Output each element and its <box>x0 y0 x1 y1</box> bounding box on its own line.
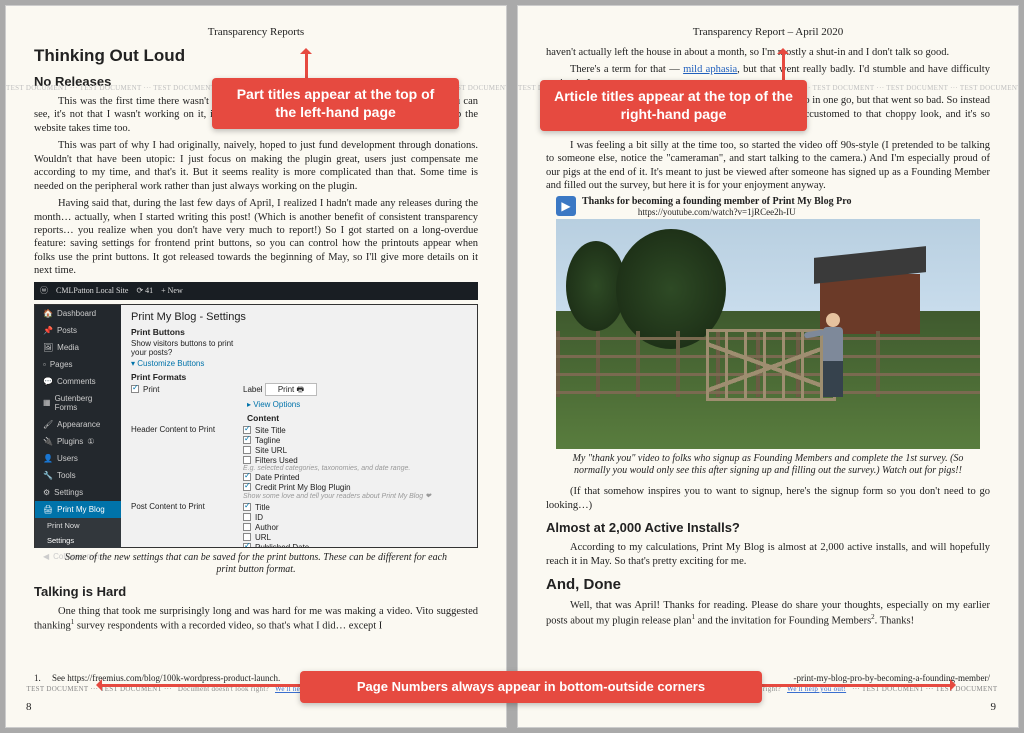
video-title: Thanks for becoming a founding member of… <box>582 196 851 207</box>
body-text: Well, that was April! Thanks for reading… <box>546 599 990 627</box>
running-head-right: Transparency Report – April 2020 <box>546 26 990 38</box>
settings-section: Print Formats <box>131 372 467 382</box>
page-spread: Transparency Reports TEST DOCUMENT ··· T… <box>0 0 1024 733</box>
label-input: Print 🖶 <box>265 383 317 396</box>
wp-admin-bar: ⓦ CMLPatton Local Site ⟳ 41 + New <box>34 282 478 300</box>
setting-label: Post Content to Print <box>131 502 243 547</box>
section-heading: Thinking Out Loud <box>34 46 478 66</box>
wp-logo-icon: ⓦ <box>40 285 48 296</box>
setting-label: Header Content to Print <box>131 425 243 500</box>
sidebar-subitem: Settings <box>35 533 121 548</box>
setting-label: Show visitors buttons to print your post… <box>131 339 243 357</box>
body-text: Having said that, during the last few da… <box>34 197 478 278</box>
body-text: According to my calculations, Print My B… <box>546 541 990 568</box>
sidebar-subitem: Print Now <box>35 518 121 533</box>
arrow-right-icon <box>762 684 952 687</box>
sidebar-item: 💬 Comments <box>35 373 121 390</box>
sidebar-item-active: 🖨 Print My Blog <box>35 501 121 518</box>
body-text: haven't actually left the house in about… <box>546 46 990 59</box>
callout-part-titles: Part titles appear at the top of the lef… <box>212 78 459 129</box>
settings-section: Content <box>247 413 467 423</box>
callout-page-numbers: Page Numbers always appear in bottom-out… <box>300 671 762 703</box>
person-figure <box>818 313 848 397</box>
disclosure-link: ▾ Customize Buttons <box>131 359 467 368</box>
sidebar-item: 🖌 Appearance <box>35 416 121 433</box>
sidebar-item: 🏠 Dashboard <box>35 305 121 322</box>
sidebar-item: 🖼 Media <box>35 339 121 356</box>
sidebar-item: 📌 Posts <box>35 322 121 339</box>
wp-sidebar: 🏠 Dashboard 📌 Posts 🖼 Media ▫ Pages 💬 Co… <box>35 305 121 547</box>
body-text: One thing that took me surprisingly long… <box>34 605 478 633</box>
settings-title: Print My Blog - Settings <box>131 311 467 323</box>
video-frame[interactable] <box>556 219 980 449</box>
subheading-installs: Almost at 2,000 Active Installs? <box>546 520 990 535</box>
sidebar-item: 👤 Users <box>35 450 121 467</box>
arrow-up-icon <box>305 52 308 78</box>
callout-article-titles: Article titles appear at the top of the … <box>540 80 807 131</box>
sidebar-item: ▫ Pages <box>35 356 121 373</box>
wp-updates-icon: ⟳ 41 <box>136 286 153 295</box>
arrow-up-icon <box>782 52 785 80</box>
wp-new-icon: + New <box>161 286 183 295</box>
video-url: https://youtube.com/watch?v=1jRCee2h-IU <box>582 207 851 217</box>
wp-site-name: CMLPatton Local Site <box>56 286 128 295</box>
sidebar-item: ⚙ Settings <box>35 484 121 501</box>
sidebar-item: 🔌 Plugins ① <box>35 433 121 450</box>
checkbox-icon <box>131 385 139 393</box>
embedded-screenshot: ⓦ CMLPatton Local Site ⟳ 41 + New 🏠 Dash… <box>34 282 478 548</box>
running-head-left: Transparency Reports <box>34 26 478 38</box>
sidebar-item: 🔧 Tools <box>35 467 121 484</box>
video-embed: ▶ Thanks for becoming a founding member … <box>556 196 980 449</box>
body-text: This was part of why I had originally, n… <box>34 139 478 193</box>
arrow-left-icon <box>100 684 300 687</box>
body-text: I was feeling a bit silly at the time to… <box>546 139 990 193</box>
video-icon: ▶ <box>556 196 576 216</box>
subheading-talking: Talking is Hard <box>34 584 478 599</box>
page-number: 8 <box>26 701 32 713</box>
sidebar-item: ▦ Gutenberg Forms <box>35 390 121 416</box>
figure-caption: My "thank you" video to folks who signup… <box>566 453 970 477</box>
page-number: 9 <box>991 701 997 713</box>
subheading-done: And, Done <box>546 576 990 593</box>
disclosure-link: ▸ View Options <box>247 400 467 409</box>
wp-settings-panel: Print My Blog - Settings Print Buttons S… <box>121 305 477 547</box>
inline-link[interactable]: mild aphasia <box>683 64 737 75</box>
body-text: (If that somehow inspires you to want to… <box>546 485 990 512</box>
settings-section: Print Buttons <box>131 327 467 337</box>
